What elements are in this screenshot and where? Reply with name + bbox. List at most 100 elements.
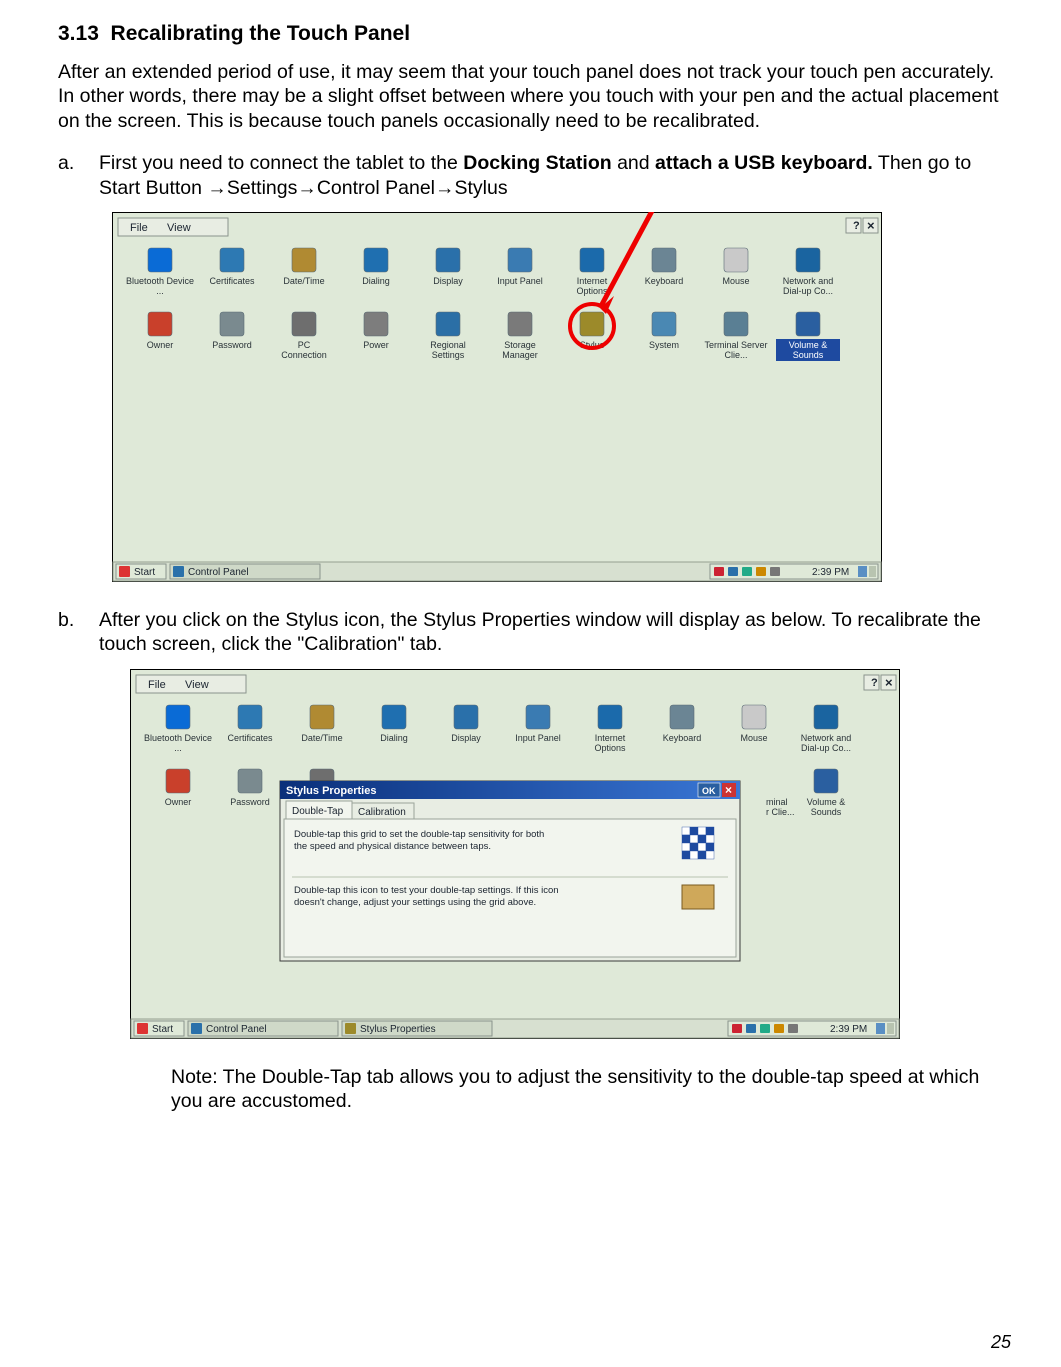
- icon-label: Password: [230, 797, 270, 807]
- password-icon[interactable]: [220, 312, 244, 336]
- icon-label: ...: [174, 743, 182, 753]
- tray-icon[interactable]: [876, 1023, 885, 1034]
- svg-text:Double-Tap: Double-Tap: [292, 806, 344, 817]
- double-tap-test-icon[interactable]: [682, 885, 714, 909]
- certificates-icon[interactable]: [220, 248, 244, 272]
- tray-icon[interactable]: [714, 567, 724, 576]
- owner-icon[interactable]: [166, 769, 190, 793]
- double-tap-grid[interactable]: [690, 835, 698, 843]
- menu-file[interactable]: File: [130, 222, 148, 234]
- icon-label: Input Panel: [515, 733, 561, 743]
- close-icon: ×: [867, 218, 875, 233]
- volume-sounds-icon[interactable]: [796, 312, 820, 336]
- close-icon: ×: [725, 783, 732, 797]
- start-label: Start: [134, 567, 155, 578]
- icon-label: Keyboard: [645, 276, 684, 286]
- network-icon[interactable]: [796, 248, 820, 272]
- double-tap-grid[interactable]: [682, 835, 690, 843]
- tray-icon[interactable]: [788, 1024, 798, 1033]
- step-a-marker: a.: [58, 151, 99, 200]
- tray-icon[interactable]: [770, 567, 780, 576]
- step-a-bold-1: Docking Station: [463, 152, 611, 174]
- icon-label: Bluetooth Device: [144, 733, 212, 743]
- icon-label: Date/Time: [301, 733, 342, 743]
- menu-view[interactable]: View: [185, 679, 209, 691]
- tray-icon[interactable]: [774, 1024, 784, 1033]
- tray-icon[interactable]: [746, 1024, 756, 1033]
- system-icon[interactable]: [652, 312, 676, 336]
- network-icon[interactable]: [814, 705, 838, 729]
- menu-file[interactable]: File: [148, 679, 166, 691]
- internet-options-icon[interactable]: [598, 705, 622, 729]
- tray-icon[interactable]: [728, 567, 738, 576]
- menu-view[interactable]: View: [167, 222, 191, 234]
- double-tap-grid[interactable]: [690, 843, 698, 851]
- stylus-icon[interactable]: [580, 312, 604, 336]
- tray-icon[interactable]: [869, 566, 876, 577]
- icon-label: Network and: [783, 276, 834, 286]
- tray-icon[interactable]: [858, 566, 867, 577]
- tray-icon[interactable]: [732, 1024, 742, 1033]
- double-tap-grid[interactable]: [706, 851, 714, 859]
- keyboard-icon[interactable]: [670, 705, 694, 729]
- regional-settings-icon[interactable]: [436, 312, 460, 336]
- datetime-icon[interactable]: [292, 248, 316, 272]
- dialing-icon[interactable]: [382, 705, 406, 729]
- icon-label: Mouse: [740, 733, 767, 743]
- icon-label: Power: [363, 340, 389, 350]
- double-tap-grid[interactable]: [706, 843, 714, 851]
- tray-icon[interactable]: [760, 1024, 770, 1033]
- icon-label: Date/Time: [283, 276, 324, 286]
- dialog-title: Stylus Properties: [286, 785, 376, 797]
- double-tap-grid[interactable]: [682, 843, 690, 851]
- dialing-icon[interactable]: [364, 248, 388, 272]
- icon-label: Settings: [432, 350, 465, 360]
- double-tap-grid[interactable]: [690, 827, 698, 835]
- note-paragraph: Note: The Double-Tap tab allows you to a…: [171, 1065, 1011, 1114]
- double-tap-grid[interactable]: [682, 827, 690, 835]
- mouse-icon[interactable]: [724, 248, 748, 272]
- input-panel-icon[interactable]: [526, 705, 550, 729]
- svg-text:Stylus Properties: Stylus Properties: [360, 1024, 436, 1035]
- icon-label: Password: [212, 340, 252, 350]
- pc-connection-icon[interactable]: [292, 312, 316, 336]
- volume-sounds-icon[interactable]: [814, 769, 838, 793]
- figure-stylus-properties: FileView?×Bluetooth Device...Certificate…: [130, 669, 1011, 1039]
- owner-icon[interactable]: [148, 312, 172, 336]
- double-tap-grid[interactable]: [698, 843, 706, 851]
- double-tap-grid[interactable]: [682, 851, 690, 859]
- double-tap-grid[interactable]: [706, 835, 714, 843]
- certificates-icon[interactable]: [238, 705, 262, 729]
- keyboard-icon[interactable]: [652, 248, 676, 272]
- icon-label: PC: [298, 340, 311, 350]
- mouse-icon[interactable]: [742, 705, 766, 729]
- power-icon[interactable]: [364, 312, 388, 336]
- section-title: Recalibrating the Touch Panel: [111, 22, 411, 45]
- icon-label: Volume &: [789, 340, 828, 350]
- tray-icon[interactable]: [756, 567, 766, 576]
- tray-icon[interactable]: [887, 1023, 894, 1034]
- double-tap-grid[interactable]: [698, 835, 706, 843]
- bluetooth-icon[interactable]: [148, 248, 172, 272]
- input-panel-icon[interactable]: [508, 248, 532, 272]
- display-icon[interactable]: [436, 248, 460, 272]
- icon-label: Regional: [430, 340, 466, 350]
- double-tap-grid[interactable]: [690, 851, 698, 859]
- terminal-server-icon[interactable]: [724, 312, 748, 336]
- display-icon[interactable]: [454, 705, 478, 729]
- double-tap-grid[interactable]: [698, 827, 706, 835]
- tray-icon[interactable]: [742, 567, 752, 576]
- icon-label: Display: [433, 276, 463, 286]
- step-b-marker: b.: [58, 608, 99, 657]
- internet-options-icon[interactable]: [580, 248, 604, 272]
- storage-manager-icon[interactable]: [508, 312, 532, 336]
- double-tap-grid[interactable]: [706, 827, 714, 835]
- icon-label: Terminal Server: [704, 340, 767, 350]
- step-a-text-2: and: [612, 152, 655, 174]
- section-heading: 3.13 Recalibrating the Touch Panel: [58, 22, 1011, 46]
- bluetooth-icon[interactable]: [166, 705, 190, 729]
- password-icon[interactable]: [238, 769, 262, 793]
- datetime-icon[interactable]: [310, 705, 334, 729]
- double-tap-grid[interactable]: [698, 851, 706, 859]
- icon-label: Connection: [281, 350, 327, 360]
